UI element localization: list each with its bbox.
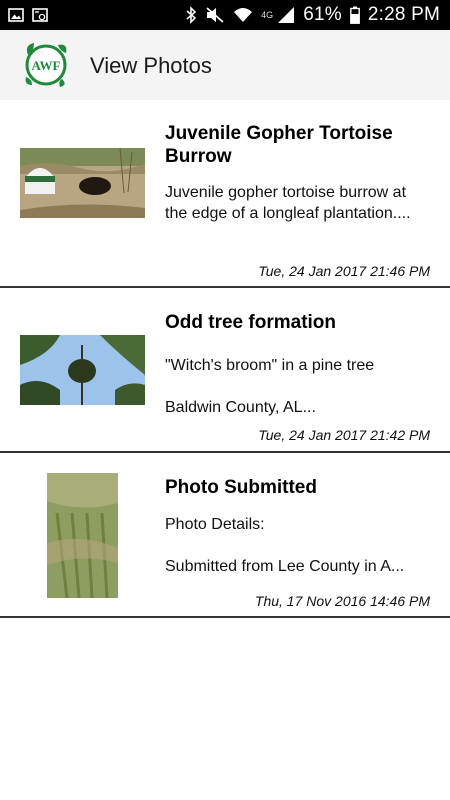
photo-title: Photo Submitted bbox=[165, 477, 317, 498]
status-bar: 4G 61% 2:28 PM bbox=[0, 0, 450, 30]
status-bar-right: 4G 61% 2:28 PM bbox=[185, 4, 440, 26]
battery-icon bbox=[349, 6, 360, 24]
signal-icon bbox=[277, 6, 295, 24]
app-logo[interactable]: AWF bbox=[22, 41, 70, 89]
page-title: View Photos bbox=[90, 53, 212, 78]
app-bar: AWF View Photos bbox=[0, 30, 450, 100]
photo-date: Tue, 24 Jan 2017 21:46 PM bbox=[258, 263, 430, 279]
status-bar-left bbox=[8, 7, 48, 23]
logo-text: AWF bbox=[32, 58, 61, 73]
photo-title: Odd tree formation bbox=[165, 312, 337, 333]
bluetooth-icon bbox=[185, 6, 197, 24]
photo-list: Juvenile Gopher Tortoise Burrow Juvenile… bbox=[0, 100, 450, 618]
photo-date: Tue, 24 Jan 2017 21:42 PM bbox=[258, 427, 430, 443]
photo-title: Juvenile Gopher Tortoise Burrow bbox=[165, 123, 393, 167]
list-item[interactable]: Photo Submitted Photo Details: Submitted… bbox=[0, 453, 450, 618]
screenshot-icon bbox=[32, 7, 48, 23]
photo-description: "Witch's broom" in a pine tree Baldwin C… bbox=[165, 357, 375, 416]
photo-description: Photo Details: Submitted from Lee County… bbox=[165, 516, 405, 575]
photo-description: Juvenile gopher tortoise burrow at the e… bbox=[165, 184, 411, 222]
photo-thumbnail bbox=[20, 335, 145, 405]
image-icon bbox=[8, 7, 24, 23]
photo-thumbnail bbox=[20, 148, 145, 218]
network-type-label: 4G bbox=[261, 10, 274, 20]
list-item[interactable]: Juvenile Gopher Tortoise Burrow Juvenile… bbox=[0, 100, 450, 288]
battery-percent: 61% bbox=[303, 4, 342, 25]
status-time: 2:28 PM bbox=[367, 4, 440, 25]
photo-thumbnail bbox=[47, 473, 118, 598]
photo-date: Thu, 17 Nov 2016 14:46 PM bbox=[254, 593, 430, 609]
list-item[interactable]: Odd tree formation "Witch's broom" in a … bbox=[0, 288, 450, 453]
awf-logo-icon: AWF bbox=[25, 43, 67, 87]
wifi-icon bbox=[233, 6, 253, 24]
mute-icon bbox=[205, 6, 225, 24]
